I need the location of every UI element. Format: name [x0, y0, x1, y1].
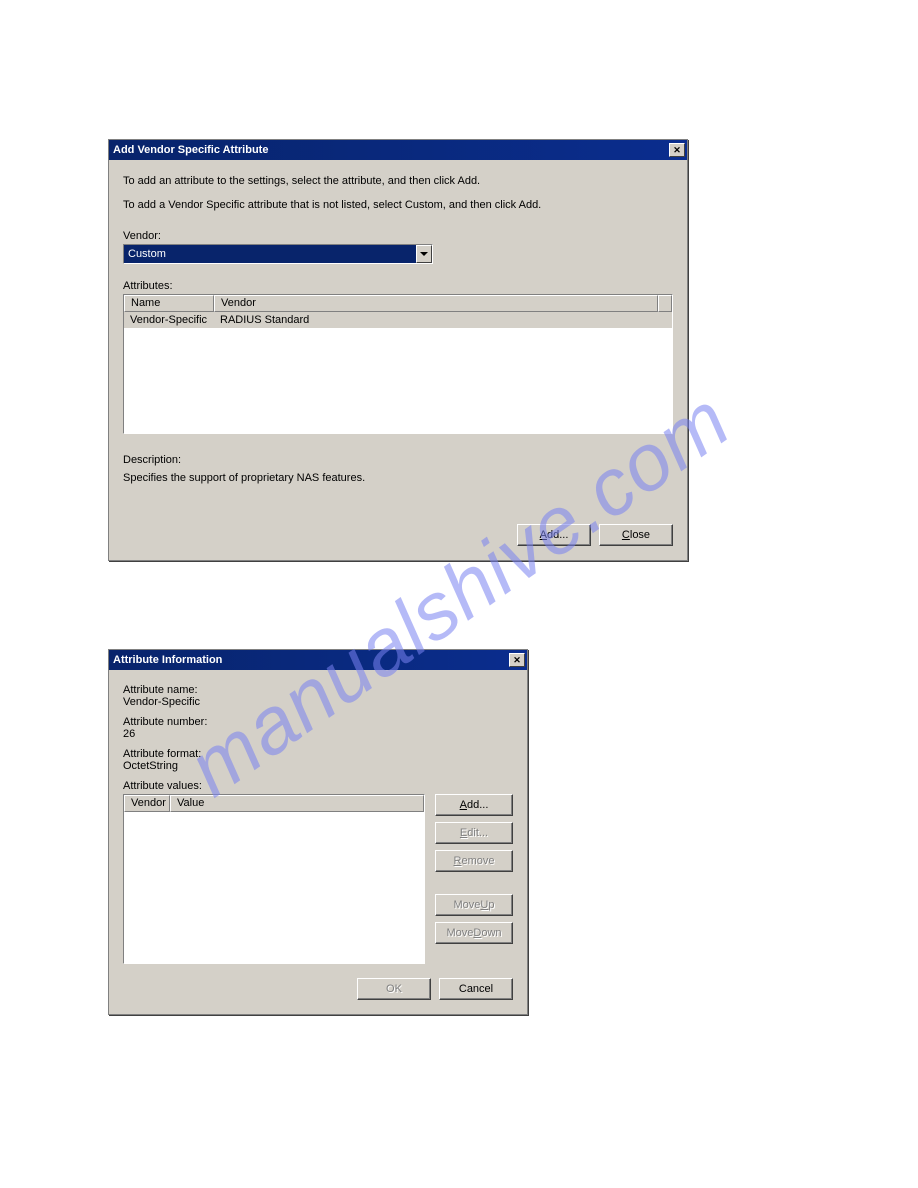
chevron-down-icon [416, 245, 432, 263]
attribute-format-label: Attribute format: [123, 748, 513, 760]
btn-text-post: lose [630, 529, 650, 541]
add-button[interactable]: Add... [435, 794, 513, 816]
attributes-label: Attributes: [123, 280, 673, 292]
column-header-value[interactable]: Value [170, 795, 424, 812]
close-button[interactable]: ✕ [669, 143, 685, 157]
btn-text-u: A [460, 799, 467, 811]
remove-button[interactable]: Remove [435, 850, 513, 872]
titlebar: Add Vendor Specific Attribute ✕ [109, 140, 687, 160]
dialog-title: Add Vendor Specific Attribute [113, 144, 268, 156]
attribute-format-value: OctetString [123, 760, 513, 772]
btn-text-u: U [480, 899, 488, 911]
attribute-number-label: Attribute number: [123, 716, 513, 728]
titlebar: Attribute Information ✕ [109, 650, 527, 670]
description-label: Description: [123, 454, 673, 466]
btn-text-u: C [622, 529, 630, 541]
move-up-button[interactable]: Move Up [435, 894, 513, 916]
add-vendor-specific-attribute-dialog: Add Vendor Specific Attribute ✕ To add a… [108, 139, 688, 561]
btn-text-pre: Move [446, 927, 473, 939]
attribute-values-label: Attribute values: [123, 780, 513, 792]
btn-text-post: own [481, 927, 501, 939]
attribute-values-list[interactable]: Vendor Value [123, 794, 425, 964]
description-text: Specifies the support of proprietary NAS… [123, 472, 673, 484]
list-cell-name: Vendor-Specific [124, 314, 214, 326]
vendor-dropdown[interactable]: Custom [123, 244, 433, 264]
instruction-text-1: To add an attribute to the settings, sel… [123, 174, 673, 188]
list-item[interactable]: Vendor-Specific RADIUS Standard [124, 312, 672, 328]
btn-text-post: p [488, 899, 494, 911]
vendor-dropdown-value: Custom [124, 248, 432, 260]
btn-text-post: dd... [467, 799, 488, 811]
close-icon: ✕ [513, 655, 521, 666]
cancel-button[interactable]: Cancel [439, 978, 513, 1000]
btn-text-post: dit... [467, 827, 488, 839]
attributes-list-header: Name Vendor [124, 295, 672, 312]
close-button[interactable]: ✕ [509, 653, 525, 667]
move-down-button[interactable]: Move Down [435, 922, 513, 944]
attribute-name-label: Attribute name: [123, 684, 513, 696]
column-header-name[interactable]: Name [124, 295, 214, 312]
list-cell-vendor: RADIUS Standard [214, 314, 672, 326]
values-list-header: Vendor Value [124, 795, 424, 812]
close-dialog-button[interactable]: Close [599, 524, 673, 546]
btn-text-post: dd... [547, 529, 568, 541]
column-header-spacer [658, 295, 672, 312]
dialog-title: Attribute Information [113, 654, 222, 666]
column-header-vendor[interactable]: Vendor [214, 295, 658, 312]
btn-text-u: D [473, 927, 481, 939]
btn-text-u: A [540, 529, 547, 541]
ok-button[interactable]: OK [357, 978, 431, 1000]
attribute-number-value: 26 [123, 728, 513, 740]
attributes-list[interactable]: Name Vendor Vendor-Specific RADIUS Stand… [123, 294, 673, 434]
btn-text-post: emove [461, 855, 494, 867]
btn-text-u: E [460, 827, 467, 839]
attribute-information-dialog: Attribute Information ✕ Attribute name: … [108, 649, 528, 1015]
vendor-label: Vendor: [123, 230, 673, 242]
edit-button[interactable]: Edit... [435, 822, 513, 844]
attribute-name-value: Vendor-Specific [123, 696, 513, 708]
column-header-vendor[interactable]: Vendor [124, 795, 170, 812]
btn-text-pre: Move [454, 899, 481, 911]
btn-text-u: R [454, 855, 462, 867]
add-button[interactable]: Add... [517, 524, 591, 546]
close-icon: ✕ [673, 145, 681, 156]
instruction-text-2: To add a Vendor Specific attribute that … [123, 198, 673, 212]
